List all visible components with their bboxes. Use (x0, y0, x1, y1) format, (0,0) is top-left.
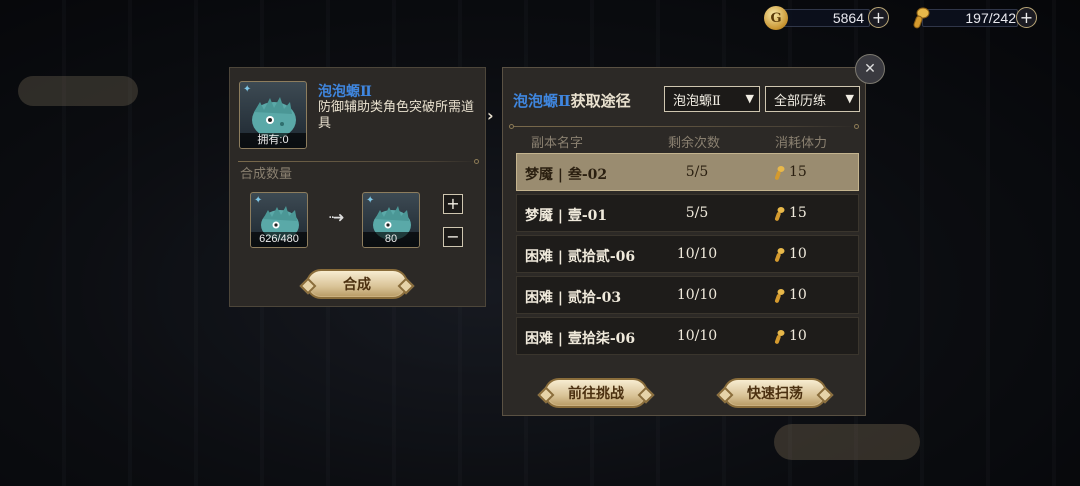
stamina-icon (774, 207, 785, 221)
divider (513, 126, 857, 127)
stage-cost: 10 (789, 328, 807, 344)
arrow-right-icon: ··➜ (328, 210, 345, 226)
rank-icon: ✦ (366, 195, 375, 206)
sources-title: 泡泡螈Ⅱ获取途径 (513, 90, 631, 111)
increase-button[interactable]: + (443, 194, 463, 214)
owned-count: 拥有:0 (240, 133, 306, 148)
stage-row[interactable]: 困难 | 贰拾贰-06 10/10 10 (516, 235, 859, 273)
scope-filter-dropdown[interactable]: 全部历练 ▼ (765, 86, 860, 112)
scope-filter-value: 全部历练 (774, 93, 827, 109)
sources-panel: 泡泡螈Ⅱ获取途径 泡泡螈Ⅱ ▼ 全部历练 ▼ 副本名字 剩余次数 消耗体力 梦魇… (502, 67, 866, 416)
stage-remaining: 5/5 (685, 205, 709, 221)
rank-icon: ✦ (243, 84, 252, 95)
divider (238, 161, 478, 162)
stage-row[interactable]: 困难 | 贰拾-03 10/10 10 (516, 276, 859, 314)
stage-cost: 15 (789, 164, 807, 180)
quick-sweep-button[interactable]: 快速扫荡 (723, 378, 827, 408)
background-tab (18, 76, 138, 106)
chevron-down-icon: ▼ (745, 92, 754, 105)
stamina-icon (774, 289, 785, 303)
stamina-icon (774, 248, 785, 262)
stage-list[interactable]: 梦魇 | 叁-02 5/5 15 梦魇 | 壹-01 5/5 15 困难 | 贰… (516, 153, 859, 367)
stamina-value: 197/242 (965, 10, 1016, 26)
source-item-slot: ✦ 626/480 (250, 192, 308, 248)
stage-name: 困难 | 贰拾贰-06 (525, 249, 636, 265)
item-description: 防御辅助类角色突破所需道具 (318, 100, 475, 131)
background-button (774, 424, 920, 460)
sources-title-item: 泡泡螈Ⅱ (513, 92, 571, 110)
target-item-slot: ✦ 80 (362, 192, 420, 248)
stage-row[interactable]: 困难 | 壹拾柒-06 10/10 10 (516, 317, 859, 355)
item-filter-dropdown[interactable]: 泡泡螈Ⅱ ▼ (664, 86, 760, 112)
stage-remaining: 5/5 (685, 164, 709, 180)
stage-remaining: 10/10 (676, 246, 718, 262)
close-icon[interactable]: ✕ (855, 54, 885, 84)
rank-icon: ✦ (254, 195, 263, 206)
coin-value: 5864 (832, 10, 864, 26)
sources-title-text: 获取途径 (570, 92, 631, 110)
stamina-icon (774, 166, 785, 180)
chevron-right-icon: › (487, 106, 494, 125)
stage-cost: 15 (789, 205, 807, 221)
stage-row[interactable]: 梦魇 | 壹-01 5/5 15 (516, 194, 859, 232)
coin-icon: G (764, 6, 788, 30)
coin-counter: G 5864 + (764, 6, 892, 30)
synthesis-quantity-label: 合成数量 (240, 167, 293, 182)
add-stamina-button[interactable]: + (1016, 7, 1037, 28)
stamina-icon (908, 6, 932, 30)
item-name: 泡泡螈Ⅱ (318, 84, 372, 100)
stage-name: 困难 | 壹拾柒-06 (525, 331, 636, 347)
target-count: 80 (363, 232, 419, 247)
add-coins-button[interactable]: + (868, 7, 889, 28)
stage-name: 梦魇 | 壹-01 (525, 208, 608, 224)
synthesis-panel: ✦ 拥有:0 泡泡螈Ⅱ 防御辅助类角色突破所需道具 合成数量 ✦ 626/480… (229, 67, 486, 307)
stage-row[interactable]: 梦魇 | 叁-02 5/5 15 (516, 153, 859, 191)
item-icon[interactable]: ✦ 拥有:0 (239, 81, 307, 149)
column-header-remaining: 剩余次数 (668, 136, 721, 151)
stage-cost: 10 (789, 246, 807, 262)
source-count: 626/480 (251, 232, 307, 247)
chevron-down-icon: ▼ (845, 92, 854, 105)
stamina-icon (774, 330, 785, 344)
stamina-counter: 197/242 + (908, 6, 1038, 30)
column-header-cost: 消耗体力 (775, 136, 828, 151)
stage-name: 困难 | 贰拾-03 (525, 290, 622, 306)
stage-name: 梦魇 | 叁-02 (525, 167, 608, 183)
go-challenge-button[interactable]: 前往挑战 (544, 378, 648, 408)
synthesize-button[interactable]: 合成 (306, 269, 408, 299)
item-filter-value: 泡泡螈Ⅱ (673, 93, 721, 109)
column-header-name: 副本名字 (531, 136, 584, 151)
stage-cost: 10 (789, 287, 807, 303)
decrease-button[interactable]: − (443, 227, 463, 247)
stage-remaining: 10/10 (676, 287, 718, 303)
stage-remaining: 10/10 (676, 328, 718, 344)
